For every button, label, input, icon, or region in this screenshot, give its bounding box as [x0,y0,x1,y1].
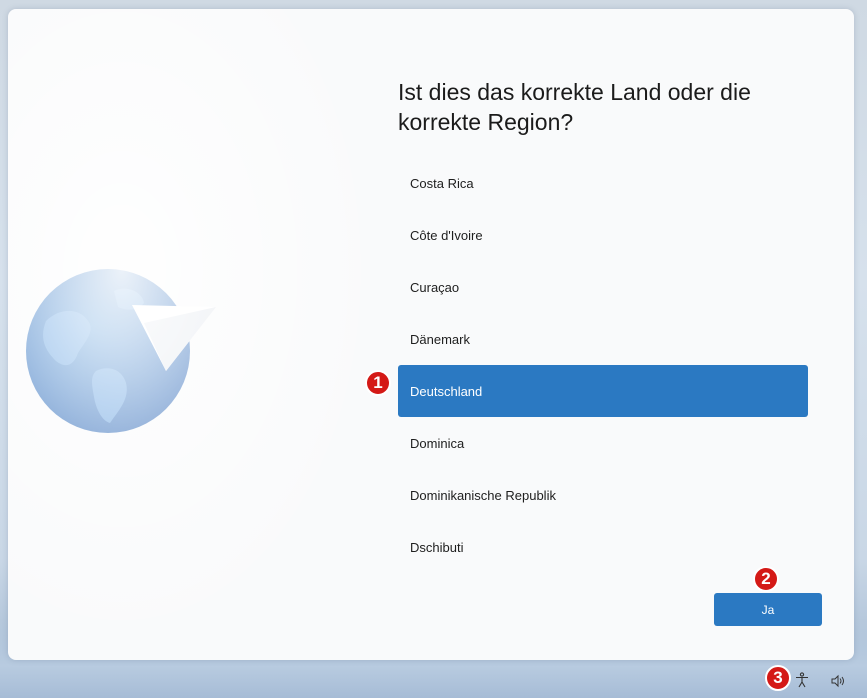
globe-illustration [26,261,226,441]
list-item[interactable]: Dominikanische Republik [398,469,808,521]
volume-icon[interactable] [830,673,846,689]
setup-dialog: Ist dies das korrekte Land oder die korr… [8,9,854,660]
list-item[interactable]: Dschibuti [398,521,808,573]
country-list[interactable]: Costa Rica Côte d'Ivoire Curaçao Dänemar… [398,157,808,573]
list-item[interactable]: Curaçao [398,261,808,313]
confirm-button[interactable]: Ja [714,593,822,626]
list-item[interactable]: Costa Rica [398,157,808,209]
list-item-selected[interactable]: Deutschland [398,365,808,417]
list-item[interactable]: Dominica [398,417,808,469]
annotation-badge-3: 3 [765,665,791,691]
annotation-badge-1: 1 [365,370,391,396]
accessibility-icon[interactable] [794,672,810,688]
list-item[interactable]: Dänemark [398,313,808,365]
page-title: Ist dies das korrekte Land oder die korr… [398,79,751,135]
list-item[interactable]: Côte d'Ivoire [398,209,808,261]
annotation-badge-2: 2 [753,566,779,592]
